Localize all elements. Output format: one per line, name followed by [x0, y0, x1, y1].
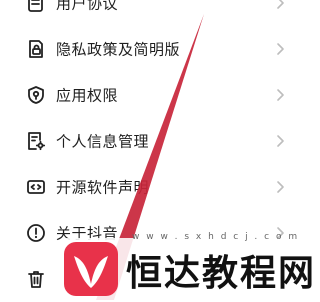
info-icon — [27, 224, 45, 242]
document-icon — [28, 0, 43, 12]
watermark: w w w . s x h d c j . c o m 恒达教程网 — [62, 232, 314, 300]
chevron-right-icon — [277, 181, 284, 193]
lock-document-icon — [29, 40, 43, 58]
chevron-right-icon — [277, 0, 284, 9]
fox-logo-icon — [64, 242, 118, 296]
settings-item-app-permissions[interactable]: 应用权限 — [0, 72, 308, 118]
trash-icon — [28, 271, 44, 288]
watermark-brand: 恒达教程网 — [126, 253, 317, 294]
settings-item-user-agreement[interactable]: 用户协议 — [0, 0, 308, 26]
shield-icon — [28, 86, 44, 104]
settings-item-label: 用户协议 — [56, 0, 119, 13]
gear-document-icon — [28, 132, 46, 151]
code-icon — [27, 180, 45, 194]
chevron-right-icon — [277, 135, 284, 147]
chevron-right-icon — [277, 43, 284, 55]
watermark-url: w w w . s x h d c j . c o m — [132, 232, 300, 242]
chevron-right-icon — [277, 89, 284, 101]
settings-item-privacy-policy[interactable]: 隐私政策及简明版 — [0, 26, 308, 72]
settings-item-open-source[interactable]: 开源软件声明 — [0, 164, 308, 210]
settings-item-personal-info[interactable]: 个人信息管理 — [0, 118, 308, 164]
settings-item-label: 隐私政策及简明版 — [56, 40, 181, 59]
settings-item-label: 开源软件声明 — [56, 178, 150, 197]
settings-item-label: 应用权限 — [56, 86, 119, 105]
settings-item-label: 个人信息管理 — [56, 132, 150, 151]
